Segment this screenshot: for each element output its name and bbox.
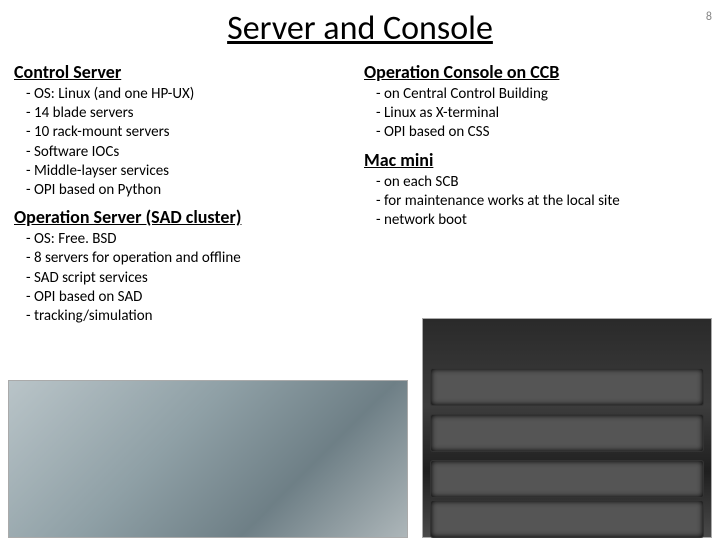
bullet-item: - tracking/simulation bbox=[26, 307, 356, 326]
control-room-photo bbox=[8, 380, 408, 538]
page-number: 8 bbox=[706, 10, 712, 24]
bullets-mac-mini: - on each SCB - for maintenance works at… bbox=[364, 173, 706, 231]
bullet-item: - on Central Control Building bbox=[376, 85, 706, 104]
bullet-item: - for maintenance works at the local sit… bbox=[376, 192, 706, 211]
bullet-item: - on each SCB bbox=[376, 173, 706, 192]
left-column: Control Server - OS: Linux (and one HP-U… bbox=[14, 59, 356, 332]
heading-control-server: Control Server bbox=[14, 61, 356, 83]
heading-operation-server: Operation Server (SAD cluster) bbox=[14, 206, 356, 228]
server-rack-photo bbox=[422, 318, 712, 538]
rack-unit bbox=[431, 461, 703, 497]
right-column: Operation Console on CCB - on Central Co… bbox=[364, 59, 706, 332]
bullet-item: - network boot bbox=[376, 211, 706, 230]
bullet-item: - OPI based on Python bbox=[26, 181, 356, 200]
heading-mac-mini: Mac mini bbox=[364, 149, 706, 171]
heading-operation-console: Operation Console on CCB bbox=[364, 61, 706, 83]
bullet-item: - Software IOCs bbox=[26, 143, 356, 162]
bullet-item: - OS: Linux (and one HP-UX) bbox=[26, 85, 356, 104]
bullets-operation-server: - OS: Free. BSD - 8 servers for operatio… bbox=[14, 230, 356, 326]
rack-unit bbox=[431, 501, 703, 537]
bullets-control-server: - OS: Linux (and one HP-UX) - 14 blade s… bbox=[14, 85, 356, 200]
content-columns: Control Server - OS: Linux (and one HP-U… bbox=[0, 59, 720, 332]
bullets-operation-console: - on Central Control Building - Linux as… bbox=[364, 85, 706, 143]
bullet-item: - Linux as X-terminal bbox=[376, 104, 706, 123]
bullet-item: - OPI based on CSS bbox=[376, 123, 706, 142]
bullet-item: - 14 blade servers bbox=[26, 104, 356, 123]
bullet-item: - Middle-layser services bbox=[26, 162, 356, 181]
bullet-item: - OPI based on SAD bbox=[26, 288, 356, 307]
bullet-item: - 8 servers for operation and offline bbox=[26, 249, 356, 268]
bullet-item: - OS: Free. BSD bbox=[26, 230, 356, 249]
bullet-item: - SAD script services bbox=[26, 269, 356, 288]
bullet-item: - 10 rack-mount servers bbox=[26, 123, 356, 142]
slide-title: Server and Console bbox=[0, 8, 720, 49]
